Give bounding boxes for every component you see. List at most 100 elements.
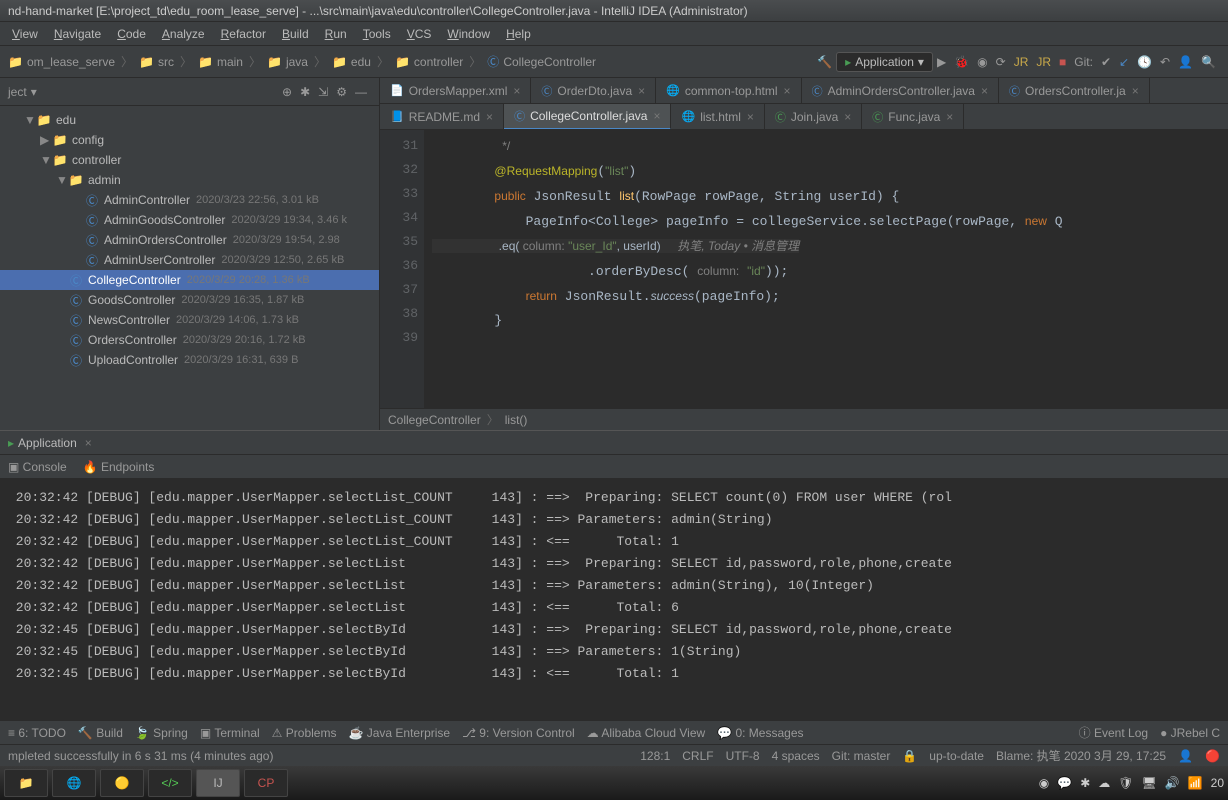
collapse-icon[interactable]: ⇲	[318, 85, 328, 99]
menu-analyze[interactable]: Analyze	[154, 27, 213, 41]
menu-window[interactable]: Window	[439, 27, 498, 41]
close-icon[interactable]: ×	[981, 84, 988, 98]
tree-node-goodscontroller[interactable]: ⒸGoodsController2020/3/29 16:35, 1.87 kB	[0, 290, 379, 310]
breadcrumb-item[interactable]: java	[286, 55, 308, 69]
editor-tab[interactable]: 📄OrdersMapper.xml×	[380, 78, 531, 104]
git-history-icon[interactable]: 🕓	[1137, 55, 1152, 69]
chrome-icon[interactable]: 🔴	[1205, 749, 1220, 763]
code-editor[interactable]: */ @RequestMapping("list") public JsonRe…	[424, 130, 1228, 408]
git-update-icon[interactable]: ✔	[1101, 55, 1111, 69]
crumb-item[interactable]: CollegeController	[388, 413, 481, 427]
tree-node-admin[interactable]: ▼📁admin	[0, 170, 379, 190]
tool-window-button[interactable]: ⓘ Event Log	[1079, 724, 1148, 741]
settings-icon[interactable]: ⚙	[336, 85, 347, 99]
hide-icon[interactable]: —	[355, 85, 367, 99]
caret-position[interactable]: 128:1	[640, 749, 670, 763]
tool-window-button[interactable]: ≡ 6: TODO	[8, 726, 66, 740]
crumb-item[interactable]: list()	[505, 413, 528, 427]
menu-run[interactable]: Run	[317, 27, 355, 41]
tray-icon[interactable]: 📶	[1188, 776, 1203, 790]
git-commit-icon[interactable]: ↙	[1119, 55, 1129, 69]
search-icon[interactable]: 🔍	[1201, 55, 1216, 69]
tray-icon[interactable]: 💬	[1057, 776, 1072, 790]
tool-window-button[interactable]: ⚠ Problems	[272, 726, 337, 740]
git-branch[interactable]: Git: master	[832, 749, 891, 763]
scroll-to-icon[interactable]: ⊕	[282, 85, 292, 99]
breadcrumb-item[interactable]: CollegeController	[503, 55, 596, 69]
breadcrumb-item[interactable]: main	[217, 55, 243, 69]
menu-vcs[interactable]: VCS	[399, 27, 440, 41]
tree-node-uploadcontroller[interactable]: ⒸUploadController2020/3/29 16:31, 639 B	[0, 350, 379, 370]
tool-window-button[interactable]: ● JRebel C	[1160, 726, 1220, 740]
menu-build[interactable]: Build	[274, 27, 317, 41]
menu-view[interactable]: View	[4, 27, 46, 41]
menu-navigate[interactable]: Navigate	[46, 27, 109, 41]
close-icon[interactable]: ×	[784, 84, 791, 98]
project-tree[interactable]: ▼📁edu▶📁config▼📁controller▼📁adminⒸAdminCo…	[0, 106, 379, 430]
inspector-icon[interactable]: 👤	[1178, 749, 1193, 763]
menu-code[interactable]: Code	[109, 27, 154, 41]
intellij-icon[interactable]: IJ	[196, 769, 240, 797]
explorer-icon[interactable]: 📁	[4, 769, 48, 797]
breadcrumb-item[interactable]: edu	[351, 55, 371, 69]
editor-tab[interactable]: ⒸJoin.java×	[765, 104, 862, 130]
console-output[interactable]: 20:32:42 [DEBUG] [edu.mapper.UserMapper.…	[0, 479, 1228, 720]
tray-icon[interactable]: ☁	[1098, 776, 1110, 790]
tree-node-newscontroller[interactable]: ⒸNewsController2020/3/29 14:06, 1.73 kB	[0, 310, 379, 330]
close-icon[interactable]: ×	[1132, 84, 1139, 98]
system-tray[interactable]: ◉ 💬 ✱ ☁ 🛡 🖥 🔊 📶 20	[1039, 776, 1224, 790]
menu-help[interactable]: Help	[498, 27, 539, 41]
git-revert-icon[interactable]: ↶	[1160, 55, 1170, 69]
tool-window-button[interactable]: 💬 0: Messages	[717, 726, 803, 740]
tree-node-orderscontroller[interactable]: ⒸOrdersController2020/3/29 20:16, 1.72 k…	[0, 330, 379, 350]
tool-window-button[interactable]: 🔨 Build	[78, 726, 123, 740]
breadcrumb-item[interactable]: controller	[414, 55, 463, 69]
tray-icon[interactable]: 🖥	[1142, 776, 1157, 790]
tool-window-button[interactable]: ▣ Terminal	[200, 726, 260, 740]
tree-node-edu[interactable]: ▼📁edu	[0, 110, 379, 130]
app6-icon[interactable]: CP	[244, 769, 288, 797]
run-config-selector[interactable]: ▸Application▾	[836, 52, 933, 72]
expand-icon[interactable]: ✱	[300, 85, 310, 99]
editor-tab[interactable]: ⒸCollegeController.java×	[504, 104, 671, 130]
close-icon[interactable]: ×	[844, 110, 851, 124]
encoding[interactable]: UTF-8	[726, 749, 760, 763]
stop-icon[interactable]: ■	[1059, 55, 1066, 69]
lock-icon[interactable]: 🔒	[902, 749, 917, 763]
tree-node-config[interactable]: ▶📁config	[0, 130, 379, 150]
run-icon[interactable]: ▶	[937, 55, 946, 69]
tray-icon[interactable]: ◉	[1039, 776, 1049, 790]
tree-node-collegecontroller[interactable]: ⒸCollegeController2020/3/29 20:28, 1.36 …	[0, 270, 379, 290]
run-tab[interactable]: ▸Application×	[8, 436, 92, 450]
tool-window-button[interactable]: ⎇ 9: Version Control	[462, 726, 575, 740]
breadcrumb-item[interactable]: om_lease_serve	[27, 55, 115, 69]
tray-icon[interactable]: 🛡	[1118, 776, 1133, 790]
console-tab-endpoints[interactable]: 🔥 Endpoints	[83, 460, 155, 474]
tree-node-admingoodscontroller[interactable]: ⒸAdminGoodsController2020/3/29 19:34, 3.…	[0, 210, 379, 230]
tree-node-adminusercontroller[interactable]: ⒸAdminUserController2020/3/29 12:50, 2.6…	[0, 250, 379, 270]
build-icon[interactable]: 🔨	[817, 55, 832, 69]
indent[interactable]: 4 spaces	[772, 749, 820, 763]
jr-icon[interactable]: JR	[1014, 55, 1029, 69]
close-icon[interactable]: ×	[513, 84, 520, 98]
chrome-app-icon[interactable]: 🌐	[52, 769, 96, 797]
debug-icon[interactable]: 🐞	[954, 55, 969, 69]
tree-node-controller[interactable]: ▼📁controller	[0, 150, 379, 170]
close-icon[interactable]: ×	[747, 110, 754, 124]
editor-tab[interactable]: ⒸOrdersController.ja×	[999, 78, 1150, 104]
close-icon[interactable]: ×	[653, 109, 660, 123]
tray-icon[interactable]: ✱	[1080, 776, 1090, 790]
settings-icon[interactable]: 👤	[1178, 55, 1193, 69]
editor-tab[interactable]: ⒸFunc.java×	[862, 104, 964, 130]
tree-node-admincontroller[interactable]: ⒸAdminController2020/3/23 22:56, 3.01 kB	[0, 190, 379, 210]
app3-icon[interactable]: 🟡	[100, 769, 144, 797]
close-icon[interactable]: ×	[946, 110, 953, 124]
app4-icon[interactable]: </>	[148, 769, 192, 797]
profile-icon[interactable]: ⟳	[996, 55, 1006, 69]
editor-tab[interactable]: 🌐list.html×	[671, 104, 764, 130]
editor-tab[interactable]: ⒸAdminOrdersController.java×	[802, 78, 999, 104]
close-icon[interactable]: ×	[638, 84, 645, 98]
coverage-icon[interactable]: ◉	[977, 55, 987, 69]
breadcrumb-item[interactable]: src	[158, 55, 174, 69]
tool-window-button[interactable]: 🍃 Spring	[135, 726, 188, 740]
